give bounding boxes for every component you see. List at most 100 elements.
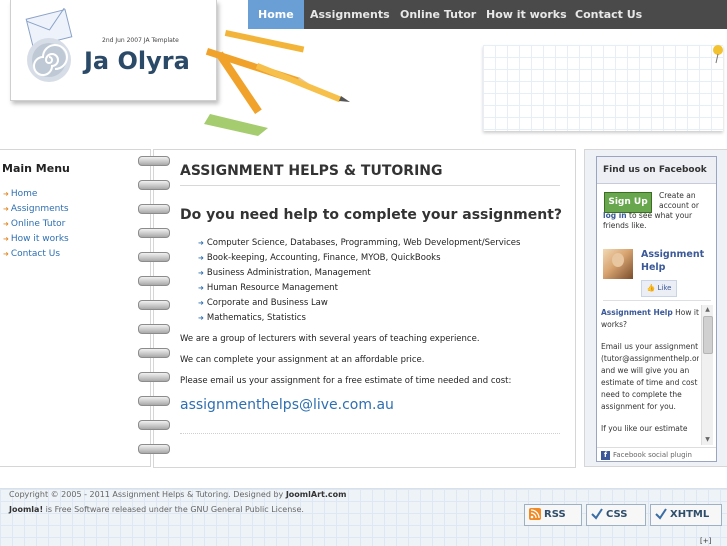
license-label: is Free Software released under the GNU …: [45, 505, 304, 514]
menu-item-label: Assignments: [10, 204, 69, 214]
service-label: Human Resource Management: [206, 283, 338, 293]
nav-how-it-works[interactable]: How it works: [476, 0, 577, 29]
scroll-up-icon[interactable]: ▲: [702, 305, 713, 315]
facebook-like-button[interactable]: 👍 Like: [641, 280, 677, 297]
menu-item-online-tutor[interactable]: ➜ Online Tutor: [3, 219, 65, 229]
scroll-thumb[interactable]: [703, 316, 713, 354]
grid-paper-decoration: [483, 45, 723, 131]
binding-ring: [138, 348, 170, 358]
feed-post: Assignment Help How it works?: [601, 307, 699, 331]
arrow-right-icon: ➜: [3, 220, 9, 228]
arrow-right-icon: ➜: [198, 284, 204, 292]
binding-ring: [138, 204, 170, 214]
expand-toggle[interactable]: [+]: [700, 537, 711, 545]
facebook-header-title[interactable]: Find us on Facebook: [603, 165, 707, 175]
menu-item-home[interactable]: ➜ Home: [3, 189, 37, 199]
binding-ring: [138, 444, 170, 454]
email-link[interactable]: assignmenthelps@live.com.au: [180, 397, 394, 413]
facebook-page-name[interactable]: Assignment Help: [641, 248, 711, 274]
binding-ring: [138, 396, 170, 406]
arrow-right-icon: ➜: [198, 254, 204, 262]
menu-item-how-it-works[interactable]: ➜ How it works: [3, 234, 69, 244]
binding-ring: [138, 180, 170, 190]
nav-online-tutor[interactable]: Online Tutor: [390, 0, 486, 29]
arrow-right-icon: ➜: [198, 314, 204, 322]
menu-item-label: Contact Us: [10, 249, 61, 259]
facebook-like-box: Find us on Facebook Sign Up Create an ac…: [596, 156, 717, 462]
page-title: ASSIGNMENT HELPS & TUTORING: [180, 163, 560, 186]
pencils-illustration: [204, 30, 350, 136]
facebook-signup-button[interactable]: Sign Up: [604, 192, 652, 213]
arrow-right-icon: ➜: [3, 250, 9, 258]
nav-home[interactable]: Home: [248, 0, 304, 29]
list-item: ➜ Book-keeping, Accounting, Finance, MYOB…: [198, 251, 520, 266]
facebook-create-text: Create an account or: [659, 191, 699, 210]
facebook-login-link[interactable]: log in: [603, 211, 627, 220]
facebook-login-text: log in to see what your friends like.: [603, 211, 713, 231]
binding-ring: [138, 156, 170, 166]
main-menu-title: Main Menu: [2, 162, 70, 175]
binding-ring: [138, 228, 170, 238]
checkmark-icon: [655, 508, 667, 520]
rss-label: RSS: [544, 509, 566, 520]
feed-scrollbar[interactable]: ▲ ▼: [701, 305, 713, 445]
spiral-binding: [138, 152, 170, 464]
binding-ring: [138, 300, 170, 310]
arrow-right-icon: ➜: [198, 299, 204, 307]
list-item: ➜ Business Administration, Management: [198, 266, 520, 281]
site-logo[interactable]: 2nd Jun 2007 JA Template Ja Olyra: [10, 0, 217, 101]
binding-ring: [138, 252, 170, 262]
list-item: ➜ Mathematics, Statistics: [198, 311, 520, 326]
menu-item-assignments[interactable]: ➜ Assignments: [3, 204, 69, 214]
service-label: Book-keeping, Accounting, Finance, MYOB,…: [206, 253, 441, 263]
list-item: ➜ Human Resource Management: [198, 281, 520, 296]
binding-ring: [138, 324, 170, 334]
divider: [180, 433, 560, 434]
services-list: ➜ Computer Science, Databases, Programmin…: [198, 236, 520, 326]
joomla-link[interactable]: Joomla!: [9, 505, 43, 514]
main-menu-panel: Main Menu ➜ Home ➜ Assignments ➜ Online Tut…: [0, 149, 151, 467]
list-item: ➜ Corporate and Business Law: [198, 296, 520, 311]
copyright-text: Copyright © 2005 - 2011 Assignment Helps…: [9, 490, 346, 499]
binding-ring: [138, 420, 170, 430]
css-label: CSS: [606, 509, 628, 520]
arrow-right-icon: ➜: [3, 190, 9, 198]
list-item: ➜ Computer Science, Databases, Programmin…: [198, 236, 520, 251]
checkmark-icon: [591, 508, 603, 520]
price-paragraph: We can complete your assignment at an af…: [180, 355, 425, 365]
nav-contact-us[interactable]: Contact Us: [565, 0, 652, 29]
css-badge[interactable]: CSS: [586, 504, 646, 526]
feed-post: Email us your assignment (tutor@assignme…: [601, 342, 699, 411]
main-navigation: Home Assignments Online Tutor How it wor…: [248, 0, 727, 29]
pushpin-icon: [713, 45, 723, 64]
thumbs-up-icon: 👍: [646, 284, 656, 292]
content-subheading: Do you need help to complete your assign…: [180, 207, 563, 223]
menu-item-label: Online Tutor: [10, 219, 66, 229]
license-text: Joomla! is Free Software released under …: [9, 505, 304, 514]
feed-author-link[interactable]: Assignment Help: [601, 308, 673, 317]
xhtml-badge[interactable]: XHTML: [650, 504, 722, 526]
facebook-plugin-footer: f Facebook social plugin: [597, 447, 716, 462]
service-label: Computer Science, Databases, Programming…: [206, 238, 521, 248]
divider: [603, 300, 711, 301]
service-label: Business Administration, Management: [206, 268, 371, 278]
feed-post: If you like our estimate: [601, 424, 688, 433]
scroll-down-icon[interactable]: ▼: [702, 435, 713, 445]
menu-item-label: How it works: [10, 234, 69, 244]
intro-paragraph: We are a group of lecturers with several…: [180, 334, 480, 344]
nav-assignments[interactable]: Assignments: [300, 0, 400, 29]
facebook-feed[interactable]: Assignment Help How it works? Email us y…: [601, 307, 699, 443]
rss-badge[interactable]: RSS: [524, 504, 582, 526]
copyright-prefix: Copyright © 2005 - 2011 Assignment Helps…: [9, 490, 284, 499]
rss-icon: [529, 508, 541, 520]
designer-link[interactable]: JoomlArt.com: [286, 490, 347, 499]
arrow-right-icon: ➜: [198, 239, 204, 247]
logo-tagline: 2nd Jun 2007 JA Template: [102, 37, 179, 44]
menu-item-contact-us[interactable]: ➜ Contact Us: [3, 249, 60, 259]
facebook-plugin-label[interactable]: Facebook social plugin: [613, 451, 692, 459]
service-label: Corporate and Business Law: [206, 298, 328, 308]
facebook-icon: f: [601, 450, 610, 460]
avatar[interactable]: [603, 249, 633, 279]
arrow-right-icon: ➜: [198, 269, 204, 277]
arrow-right-icon: ➜: [3, 235, 9, 243]
